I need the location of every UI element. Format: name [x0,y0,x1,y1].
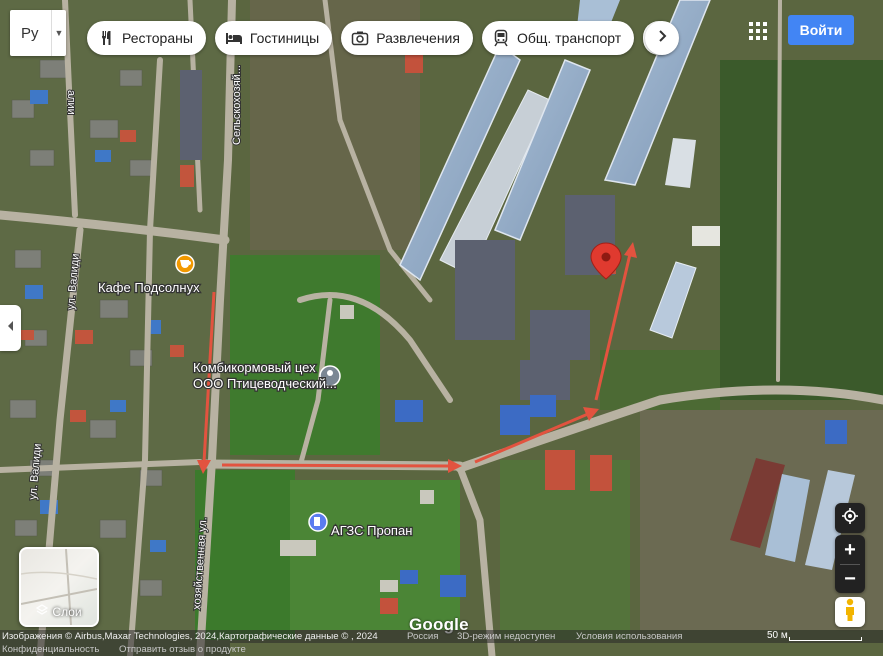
scale-bar [789,637,862,641]
crosshair-icon [841,507,859,530]
chip-entertainment[interactable]: Развлечения [341,21,473,55]
my-location-button[interactable] [835,503,865,533]
language-select[interactable]: Ру ▼ [10,10,66,56]
chevron-left-icon [6,319,16,337]
street-view-button[interactable] [835,597,865,627]
3d-mode-note: 3D-режим недоступен [457,631,556,642]
chip-label: Общ. транспорт [516,30,622,46]
layers-stack-icon [36,604,49,619]
cafe-label: Кафе Подсолнух [98,280,200,295]
feedback-link[interactable]: Отправить отзыв о продукте [119,643,246,656]
apps-grid-icon[interactable] [748,21,768,41]
feedmill-label-line2: ООО Птицеводческий... [193,376,337,391]
zoom-controls: + − [835,535,865,593]
gas-station-icon [308,512,328,532]
chevron-down-icon[interactable]: ▼ [51,10,66,56]
country-link[interactable]: Россия [407,630,438,643]
login-button[interactable]: Войти [788,15,854,45]
category-chips: Рестораны Гостиницы Развлечения Общ. тра… [87,21,676,55]
gas-station-label: АГЗС Пропан [331,523,412,538]
chip-label: Рестораны [122,30,193,46]
imagery-attribution: Изображения © Airbus,Maxar Technologies,… [2,631,378,642]
layers-label-row: Слои [21,604,97,619]
train-icon [492,29,510,47]
chip-transit[interactable]: Общ. транспорт [481,21,635,55]
camera-icon [351,29,369,47]
street-agri-label: Сельскохозяй... [231,65,243,145]
layers-label: Слои [52,604,82,619]
layers-button[interactable]: Слои [19,547,99,627]
satellite-map[interactable]: Кафе Подсолнух Комбикормовый цех ООО Пти… [0,0,883,656]
zoom-out-button[interactable]: − [844,565,856,593]
privacy-link[interactable]: Конфиденциальность [2,643,99,656]
chip-label: Развлечения [376,30,460,46]
fork-knife-icon [97,29,115,47]
scale-label[interactable]: 50 м [767,630,788,641]
language-value: Ру [21,24,39,42]
terms-link[interactable]: Условия использования [576,630,682,643]
street-edge-label: алии [65,90,77,115]
feedmill-label-line1: Комбикормовый цех [193,360,316,375]
chevron-right-icon [655,29,669,48]
chips-next-button[interactable] [645,21,679,55]
cafe-marker-icon [175,254,195,274]
attribution-footer: Изображения © Airbus,Maxar Technologies,… [0,630,883,656]
chip-hotels[interactable]: Гостиницы [214,21,333,55]
collapse-panel-button[interactable] [0,305,21,351]
chip-label: Гостиницы [249,30,320,46]
pegman-icon [843,598,857,627]
bed-icon [225,29,243,47]
zoom-in-button[interactable]: + [844,536,856,564]
chip-restaurants[interactable]: Рестораны [87,21,206,55]
